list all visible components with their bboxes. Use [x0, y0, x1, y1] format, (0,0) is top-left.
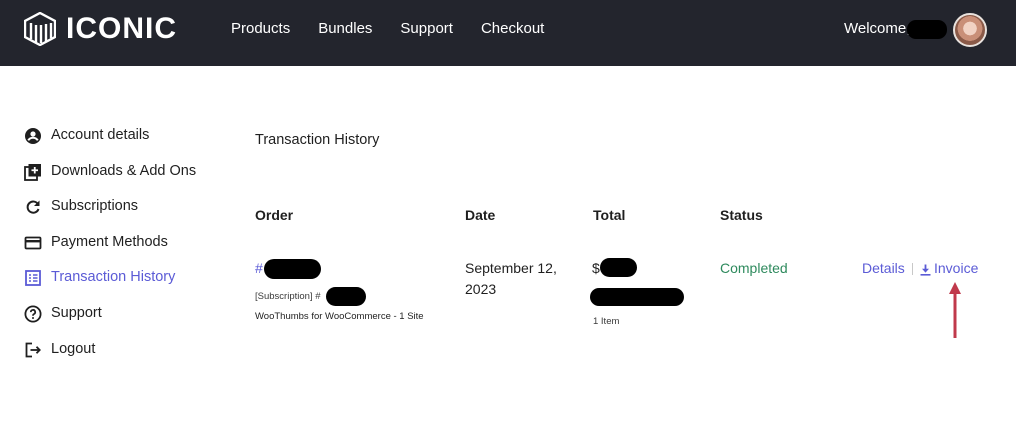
sidebar-item-label: Logout — [51, 340, 96, 357]
total-currency: $ — [592, 260, 600, 276]
sidebar-item-label: Support — [51, 304, 102, 321]
sidebar-item-transaction-history[interactable]: Transaction History — [24, 267, 196, 303]
nav-bundles[interactable]: Bundles — [318, 20, 372, 38]
list-table-icon — [24, 269, 42, 287]
sidebar-item-account-details[interactable]: Account details — [24, 125, 196, 161]
sidebar-item-label: Account details — [51, 127, 150, 143]
subscription-label: [Subscription] # — [255, 291, 321, 302]
sidebar-item-subscriptions[interactable]: Subscriptions — [24, 196, 196, 232]
column-header-status: Status — [720, 207, 763, 223]
refresh-icon — [24, 198, 42, 216]
logout-icon — [24, 341, 42, 359]
main-nav: Products Bundles Support Checkout — [231, 20, 572, 38]
column-header-order: Order — [255, 207, 294, 223]
invoice-link-label: Invoice — [934, 260, 979, 276]
annotation-arrow-icon — [949, 282, 961, 338]
brand-name: ICONIC — [66, 12, 177, 45]
column-header-date: Date — [465, 207, 496, 223]
nav-support[interactable]: Support — [400, 20, 453, 38]
page-title: Transaction History — [255, 132, 380, 148]
redacted-total-detail — [590, 288, 684, 306]
status-badge: Completed — [720, 260, 788, 276]
redacted-order-number — [264, 259, 321, 279]
sidebar-item-downloads[interactable]: Downloads & Add Ons — [24, 161, 196, 197]
item-count: 1 Item — [593, 316, 620, 327]
order-date: September 12, 2023 — [465, 260, 557, 297]
sidebar-item-support[interactable]: Support — [24, 303, 196, 339]
sidebar-item-logout[interactable]: Logout — [24, 339, 196, 375]
brand-logo[interactable]: ICONIC — [24, 12, 177, 46]
welcome-text: Welcome, — [844, 20, 911, 37]
credit-card-icon — [24, 234, 42, 252]
redacted-username — [907, 20, 947, 39]
product-name: WooThumbs for WooCommerce - 1 Site — [255, 311, 424, 322]
sidebar-item-label: Subscriptions — [51, 198, 139, 215]
help-circle-icon — [24, 305, 42, 323]
top-navigation-bar: ICONIC Products Bundles Support Checkout… — [0, 0, 1016, 66]
invoice-link[interactable]: Invoice — [920, 258, 978, 279]
sidebar-item-payment-methods[interactable]: Payment Methods — [24, 232, 196, 268]
order-number-link[interactable]: # — [255, 258, 263, 279]
sidebar-item-label: Transaction History — [51, 269, 176, 286]
action-divider — [912, 263, 913, 275]
account-sidebar: Account details Downloads & Add Ons Subs… — [24, 125, 196, 374]
downloads-add-icon — [24, 163, 42, 181]
redacted-total-amount — [600, 258, 637, 277]
sidebar-item-label: Payment Methods — [51, 233, 168, 250]
download-icon — [920, 264, 931, 276]
sidebar-item-label: Downloads & Add Ons — [51, 162, 197, 179]
nav-products[interactable]: Products — [231, 20, 290, 38]
account-circle-icon — [24, 127, 42, 145]
avatar[interactable] — [953, 13, 987, 47]
nav-checkout[interactable]: Checkout — [481, 20, 544, 38]
column-header-total: Total — [593, 207, 626, 223]
iconic-logo-icon — [24, 12, 56, 46]
details-link[interactable]: Details — [862, 258, 905, 279]
redacted-subscription-number — [326, 287, 366, 306]
